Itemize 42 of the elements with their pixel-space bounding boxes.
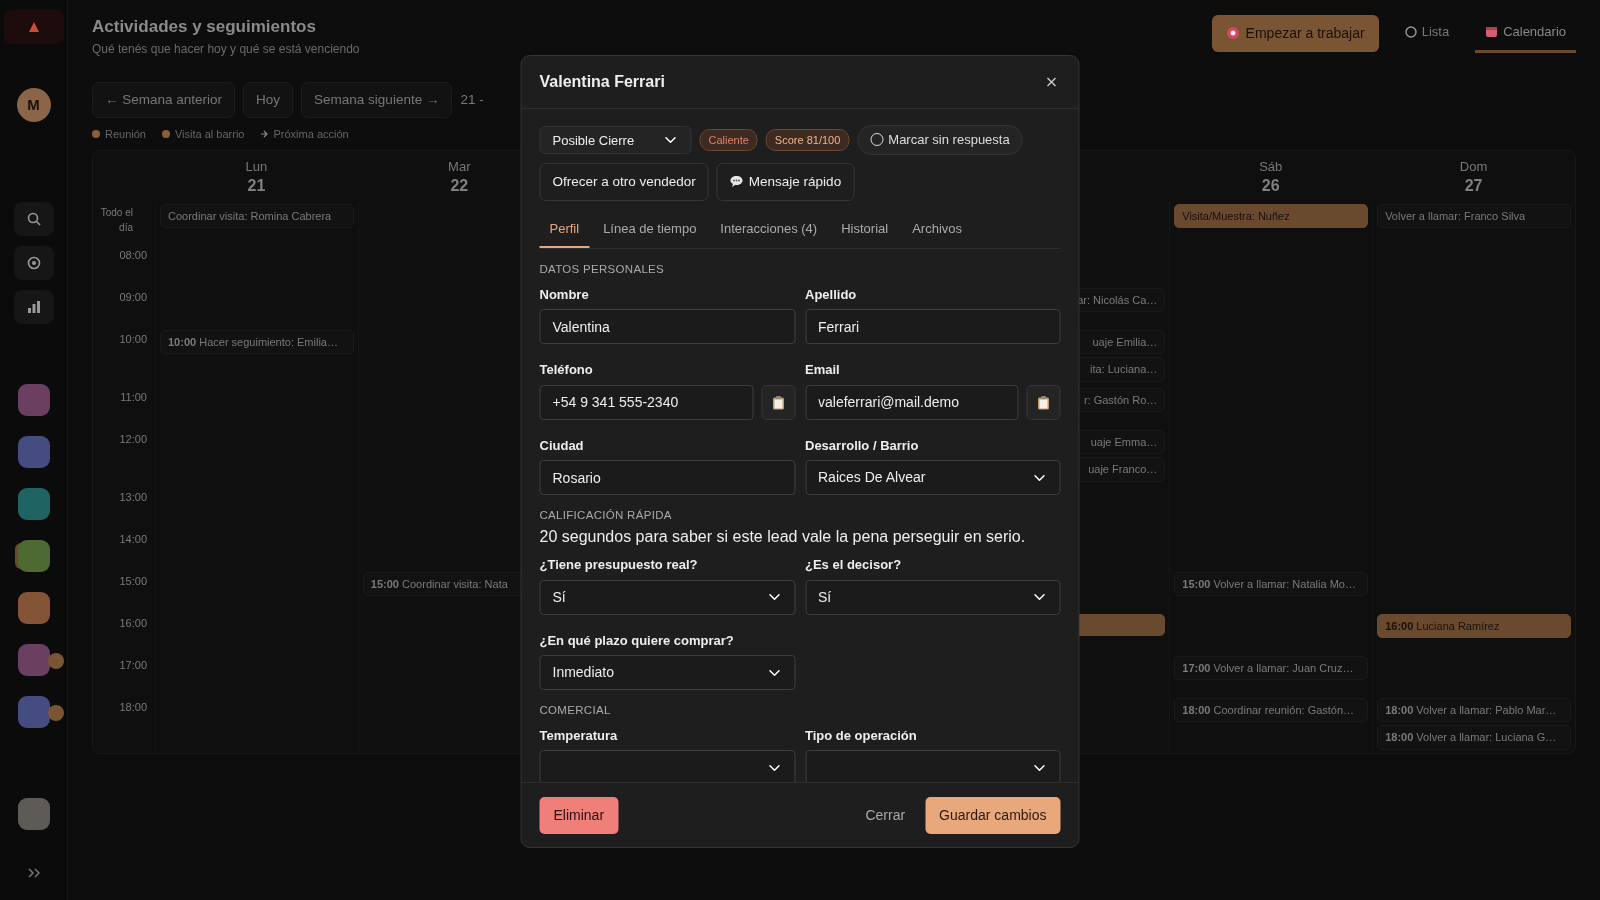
day-name: Lun (244, 159, 269, 177)
score-badge: Score 81/100 (765, 128, 850, 151)
section-heading: COMERCIAL (539, 703, 612, 719)
day-name: Sáb (1258, 159, 1284, 177)
time-label: 13:00 (118, 489, 148, 505)
time-label: 10:00 (118, 331, 148, 347)
section-heading: DATOS PERSONALES (539, 262, 666, 278)
section-heading: CALIFICACIÓN RÁPIDA (539, 508, 673, 523)
time-label: 15:00 (118, 573, 148, 589)
dialog-title: Valentina Ferrari (539, 72, 665, 92)
legend-label: Próxima acción (273, 126, 349, 142)
legend-label: Visita al barrio (175, 126, 245, 142)
field-label: ¿En qué plazo quiere comprar? (539, 631, 735, 650)
day-number: 21 (246, 176, 267, 197)
field-label: Nombre (539, 285, 590, 304)
field-label: Temperatura (539, 726, 619, 745)
time-label: 11:00 (119, 389, 148, 405)
date-range: 21 - (460, 90, 484, 109)
temperature-badge: Caliente (699, 128, 758, 151)
field-label: Desarrollo / Barrio (805, 436, 920, 455)
legend-label: Reunión (105, 126, 146, 142)
field-label: Apellido (805, 285, 858, 304)
page-subtitle: Qué tenés que hacer hoy y qué se está venciendo (92, 40, 360, 58)
time-label: 18:00 (118, 699, 148, 715)
day-name: Dom (1458, 159, 1489, 177)
day-name: Mar (447, 159, 472, 177)
time-label: 17:00 (118, 657, 148, 673)
time-label: 09:00 (118, 289, 148, 305)
page-title: Actividades y seguimientos (92, 16, 317, 38)
field-label: ¿Es el decisor? (805, 556, 903, 575)
time-label: 12:00 (118, 431, 148, 447)
field-label: Email (805, 361, 841, 379)
field-label: Ciudad (539, 436, 585, 455)
field-label: Teléfono (539, 361, 594, 379)
time-label: 14:00 (118, 531, 148, 547)
day-number: 26 (1260, 176, 1281, 197)
day-number: 27 (1463, 176, 1484, 197)
field-label: Tipo de operación (805, 726, 918, 745)
section-description: 20 segundos para saber si este lead vale la pena perseguir en serio. (539, 527, 1027, 548)
time-label: 16:00 (118, 615, 148, 631)
all-day-label: Todo el día (99, 205, 134, 235)
time-label: 08:00 (118, 247, 148, 263)
